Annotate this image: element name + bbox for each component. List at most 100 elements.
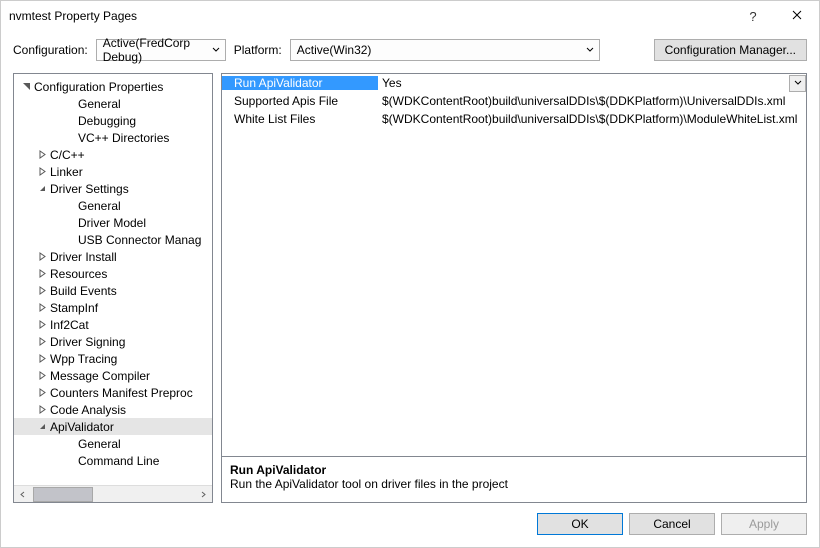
ok-label: OK [571,517,588,531]
config-row: Configuration: Active(FredCorp Debug) Pl… [1,31,819,69]
tree-item[interactable]: Wpp Tracing [14,350,212,367]
property-row[interactable]: Supported Apis File$(WDKContentRoot)buil… [222,92,806,110]
close-button[interactable] [775,1,819,31]
property-grid[interactable]: Run ApiValidatorYesSupported Apis File$(… [222,74,806,456]
configuration-label: Configuration: [13,43,88,57]
tree-item[interactable]: Driver Install [14,248,212,265]
tree-item[interactable]: Build Events [14,282,212,299]
tree-item[interactable]: Inf2Cat [14,316,212,333]
triangle-right-icon [36,252,48,261]
triangle-down-icon [36,422,48,431]
tree-item[interactable]: USB Connector Manag [14,231,212,248]
property-value[interactable]: $(WDKContentRoot)build\universalDDIs\$(D… [378,94,806,108]
platform-combo[interactable]: Active(Win32) [290,39,600,61]
tree-item-label: Linker [50,165,83,179]
tree-item-label: Message Compiler [50,369,150,383]
tree-item-label: General [78,437,121,451]
dropdown-button[interactable] [789,75,806,92]
triangle-right-icon [36,167,48,176]
property-value[interactable]: Yes [378,75,806,92]
help-button[interactable]: ? [731,1,775,31]
tree-item-label: Driver Signing [50,335,125,349]
window: nvmtest Property Pages ? Configuration: … [0,0,820,548]
tree-item-label: Wpp Tracing [50,352,117,366]
tree-pane: Configuration Properties General Debuggin… [13,73,213,503]
chevron-down-icon [581,46,599,54]
property-value[interactable]: $(WDKContentRoot)build\universalDDIs\$(D… [378,112,806,126]
tree-item[interactable]: Driver Model [14,214,212,231]
tree-root[interactable]: Configuration Properties [14,78,212,95]
scrollbar-thumb[interactable] [33,487,93,502]
main-area: Configuration Properties General Debuggin… [1,69,819,503]
horizontal-scrollbar[interactable] [14,485,212,502]
property-name: White List Files [222,112,378,126]
titlebar: nvmtest Property Pages ? [1,1,819,31]
close-icon [792,9,802,23]
configuration-manager-button[interactable]: Configuration Manager... [654,39,807,61]
chevron-down-icon [794,79,802,87]
property-value-text: $(WDKContentRoot)build\universalDDIs\$(D… [382,94,785,108]
triangle-right-icon [36,371,48,380]
tree-item[interactable]: General [14,435,212,452]
help-icon: ? [749,9,756,24]
apply-label: Apply [749,517,779,531]
tree-item[interactable]: C/C++ [14,146,212,163]
scroll-right-icon[interactable] [195,486,212,503]
tree-item-label: ApiValidator [50,420,114,434]
tree-item[interactable]: Command Line [14,452,212,469]
tree-item-label: Build Events [50,284,117,298]
chevron-down-icon [207,46,225,54]
apply-button: Apply [721,513,807,535]
tree-item[interactable]: Debugging [14,112,212,129]
triangle-down-icon [36,184,48,193]
configuration-value: Active(FredCorp Debug) [97,36,207,64]
property-name: Run ApiValidator [222,76,378,90]
cancel-button[interactable]: Cancel [629,513,715,535]
tree-item-label: C/C++ [50,148,85,162]
tree-root-label: Configuration Properties [34,80,163,94]
tree-item[interactable]: Linker [14,163,212,180]
tree-item[interactable]: ApiValidator [14,418,212,435]
tree-item[interactable]: Counters Manifest Preproc [14,384,212,401]
triangle-right-icon [36,150,48,159]
platform-label: Platform: [234,43,282,57]
scroll-left-icon[interactable] [14,486,31,503]
triangle-right-icon [36,337,48,346]
tree-item[interactable]: Driver Signing [14,333,212,350]
tree-item[interactable]: Driver Settings [14,180,212,197]
tree-item-label: Command Line [78,454,159,468]
triangle-down-icon [20,82,32,91]
tree-item-label: StampInf [50,301,98,315]
triangle-right-icon [36,354,48,363]
property-row[interactable]: Run ApiValidatorYes [222,74,806,92]
tree-item-label: Inf2Cat [50,318,89,332]
ok-button[interactable]: OK [537,513,623,535]
tree-item-label: Driver Model [78,216,146,230]
footer: OK Cancel Apply [1,503,819,547]
tree[interactable]: Configuration Properties General Debuggin… [14,74,212,485]
description-text: Run the ApiValidator tool on driver file… [230,477,798,491]
tree-item[interactable]: StampInf [14,299,212,316]
property-value-text: $(WDKContentRoot)build\universalDDIs\$(D… [382,112,797,126]
property-pane: Run ApiValidatorYesSupported Apis File$(… [221,73,807,503]
triangle-right-icon [36,388,48,397]
configuration-combo[interactable]: Active(FredCorp Debug) [96,39,226,61]
description-title: Run ApiValidator [230,463,798,477]
tree-item-label: Code Analysis [50,403,126,417]
tree-item[interactable]: Message Compiler [14,367,212,384]
triangle-right-icon [36,405,48,414]
triangle-right-icon [36,286,48,295]
property-row[interactable]: White List Files $(WDKContentRoot)build\u… [222,110,806,128]
tree-item[interactable]: General [14,95,212,112]
tree-item-label: Resources [50,267,107,281]
tree-item-label: General [78,97,121,111]
triangle-right-icon [36,303,48,312]
tree-item-label: Debugging [78,114,136,128]
tree-item[interactable]: Code Analysis [14,401,212,418]
tree-item[interactable]: VC++ Directories [14,129,212,146]
tree-item[interactable]: Resources [14,265,212,282]
tree-item-label: General [78,199,121,213]
tree-item[interactable]: General [14,197,212,214]
configuration-manager-label: Configuration Manager... [665,43,796,57]
cancel-label: Cancel [653,517,690,531]
